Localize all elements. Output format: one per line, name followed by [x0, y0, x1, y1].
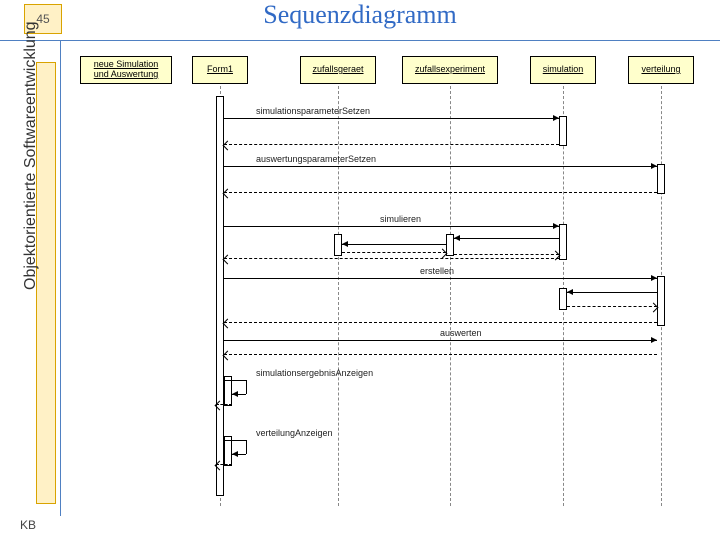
side-label: Objektorientierte Softwareentwicklung: [22, 21, 40, 290]
msg-label: simulationsparameterSetzen: [256, 106, 370, 116]
sequence-diagram: neue Simulation und Auswertung Form1 zuf…: [80, 56, 710, 510]
activation-zufallsgeraet: [334, 234, 342, 256]
slide-header: 45 Sequenzdiagramm: [0, 0, 720, 40]
self-call-top: [224, 380, 246, 381]
msg-return: [224, 354, 657, 355]
msg-label: simulieren: [380, 214, 421, 224]
msg-arrow: [224, 166, 657, 167]
activation-simulation-3: [559, 288, 567, 310]
msg-arrow-nested: [454, 238, 559, 239]
msg-return: [342, 252, 446, 253]
activation-verteilung-2: [657, 276, 665, 326]
self-call-bottom: [232, 394, 246, 395]
msg-label: simulationsergebnisAnzeigen: [256, 368, 373, 378]
object-zufallsgeraet: zufallsgeraet: [300, 56, 376, 84]
lifeline-zufallsgeraet: [338, 86, 339, 506]
object-actor: neue Simulation und Auswertung: [80, 56, 172, 84]
self-return: [216, 464, 232, 465]
msg-arrow-nested: [342, 244, 446, 245]
msg-label: auswertungsparameterSetzen: [256, 154, 376, 164]
msg-return: [224, 192, 657, 193]
msg-arrow: [224, 118, 559, 119]
self-return: [216, 404, 232, 405]
self-call-side: [246, 380, 247, 394]
object-simulation: simulation: [530, 56, 596, 84]
msg-arrow: [224, 278, 657, 279]
msg-label: auswerten: [440, 328, 482, 338]
activation-verteilung-1: [657, 164, 665, 194]
self-call-bottom: [232, 454, 246, 455]
msg-label: verteilungAnzeigen: [256, 428, 333, 438]
msg-arrow-nested: [567, 292, 657, 293]
object-form1: Form1: [192, 56, 248, 84]
self-call-side: [246, 440, 247, 454]
slide-title: Sequenzdiagramm: [0, 0, 720, 30]
activation-form1: [216, 96, 224, 496]
msg-arrow: [224, 226, 559, 227]
object-verteilung: verteilung: [628, 56, 694, 84]
lifeline-zufallsexperiment: [450, 86, 451, 506]
self-call-top: [224, 440, 246, 441]
msg-return: [224, 322, 657, 323]
msg-arrow: [224, 340, 657, 341]
msg-label: erstellen: [420, 266, 454, 276]
object-zufallsexperiment: zufallsexperiment: [402, 56, 498, 84]
msg-return: [224, 144, 559, 145]
activation-simulation-1: [559, 116, 567, 146]
msg-return: [224, 258, 559, 259]
footer-kb: KB: [20, 518, 36, 532]
vertical-divider: [60, 40, 61, 516]
msg-return: [567, 306, 657, 307]
msg-return: [454, 254, 559, 255]
header-underline: [0, 40, 720, 41]
